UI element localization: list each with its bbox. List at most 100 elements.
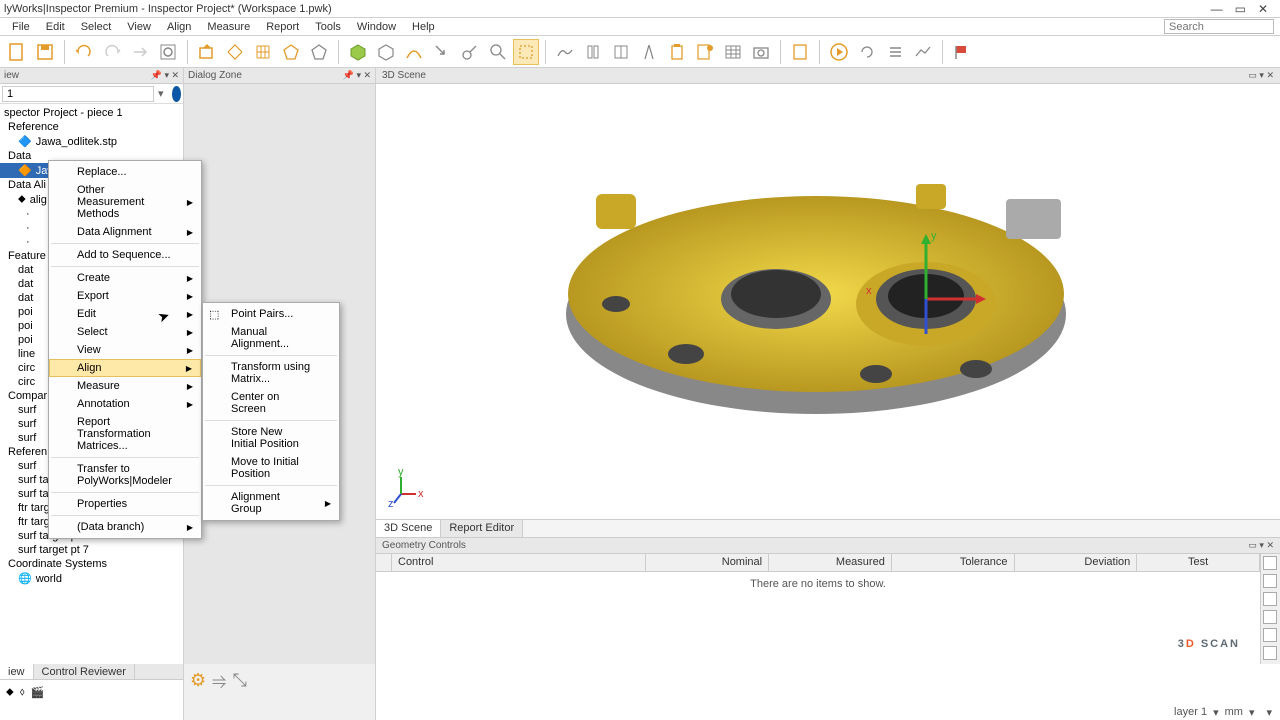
import-icon[interactable] <box>194 39 220 65</box>
tree-filter-input[interactable] <box>2 86 154 102</box>
link-icon[interactable]: ⥤ <box>212 670 226 714</box>
menu-item-point-pairs-[interactable]: ⬚Point Pairs... <box>203 305 339 323</box>
menu-select[interactable]: Select <box>75 19 118 35</box>
side-btn-4[interactable] <box>1263 610 1277 624</box>
flag-icon[interactable] <box>949 39 975 65</box>
minimize-button[interactable]: — <box>1211 2 1223 16</box>
menu-item-select[interactable]: Select▶ <box>49 323 201 341</box>
menu-align[interactable]: Align <box>161 19 197 35</box>
axis-icon[interactable]: ⤡ <box>233 670 247 714</box>
menu-item-edit[interactable]: Edit▶ <box>49 305 201 323</box>
side-btn-2[interactable] <box>1263 574 1277 588</box>
table-icon[interactable] <box>720 39 746 65</box>
tab-view[interactable]: iew <box>0 664 34 679</box>
scan-icon[interactable] <box>222 39 248 65</box>
col-nominal[interactable]: Nominal <box>646 554 769 571</box>
cube-icon[interactable] <box>345 39 371 65</box>
tab-control-reviewer[interactable]: Control Reviewer <box>34 664 135 679</box>
tree-world[interactable]: 🌐 world <box>0 571 183 586</box>
compass-icon[interactable] <box>636 39 662 65</box>
mesh-icon[interactable] <box>278 39 304 65</box>
tab-3d-scene[interactable]: 3D Scene <box>376 520 441 537</box>
col-test[interactable]: Test <box>1137 554 1260 571</box>
dialog-controls[interactable]: 📌 ▾ ✕ <box>343 70 371 81</box>
menu-item-properties[interactable]: Properties <box>49 495 201 513</box>
tool-a-icon[interactable]: ⬥ <box>6 686 14 699</box>
curve-icon[interactable] <box>401 39 427 65</box>
add-note-icon[interactable] <box>692 39 718 65</box>
chart-icon[interactable] <box>910 39 936 65</box>
menu-item-create[interactable]: Create▶ <box>49 269 201 287</box>
menu-item-annotation[interactable]: Annotation▶ <box>49 395 201 413</box>
redo2-icon[interactable] <box>127 39 153 65</box>
col-tolerance[interactable]: Tolerance <box>892 554 1015 571</box>
menu-file[interactable]: File <box>6 19 36 35</box>
save-icon[interactable] <box>32 39 58 65</box>
menu-measure[interactable]: Measure <box>201 19 256 35</box>
tree-root[interactable]: spector Project - piece 1 <box>0 106 183 120</box>
select-box-icon[interactable] <box>513 39 539 65</box>
tab-report-editor[interactable]: Report Editor <box>441 520 523 537</box>
menu-item-data-alignment[interactable]: Data Alignment▶ <box>49 223 201 241</box>
menu-item-transform-using-matrix-[interactable]: Transform using Matrix... <box>203 358 339 388</box>
tree-ref-item[interactable]: 🔷 Jawa_odlitek.stp <box>0 134 183 149</box>
cube2-icon[interactable] <box>373 39 399 65</box>
scene-controls[interactable]: ▭ ▾ ✕ <box>1248 70 1274 81</box>
gauge1-icon[interactable] <box>580 39 606 65</box>
menu-item-other-measurement-methods[interactable]: Other Measurement Methods▶ <box>49 181 201 223</box>
surface-icon[interactable] <box>552 39 578 65</box>
close-button[interactable]: ✕ <box>1258 2 1268 16</box>
search-input[interactable] <box>1164 19 1274 34</box>
side-btn-1[interactable] <box>1263 556 1277 570</box>
menu-item-move-to-initial-position[interactable]: Move to Initial Position <box>203 453 339 483</box>
menu-item-store-new-initial-position[interactable]: Store New Initial Position <box>203 423 339 453</box>
menu-item-measure[interactable]: Measure▶ <box>49 377 201 395</box>
tree-coord[interactable]: Coordinate Systems <box>0 557 183 571</box>
maximize-button[interactable]: ▭ <box>1235 2 1246 16</box>
refresh-icon[interactable] <box>854 39 880 65</box>
gauge2-icon[interactable] <box>608 39 634 65</box>
camera-icon[interactable] <box>748 39 774 65</box>
clipboard-icon[interactable] <box>664 39 690 65</box>
settings-icon[interactable] <box>155 39 181 65</box>
menu-item-export[interactable]: Export▶ <box>49 287 201 305</box>
grid-icon[interactable] <box>250 39 276 65</box>
menu-item-view[interactable]: View▶ <box>49 341 201 359</box>
menu-item-replace-[interactable]: Replace... <box>49 163 201 181</box>
gear-orange-icon[interactable]: ⚙ <box>190 670 206 714</box>
menu-item-transfer-to-polyworks-modeler[interactable]: Transfer to PolyWorks|Modeler <box>49 460 201 490</box>
report-icon[interactable] <box>787 39 813 65</box>
menu-item-manual-alignment-[interactable]: Manual Alignment... <box>203 323 339 353</box>
menu-item--data-branch-[interactable]: (Data branch)▶ <box>49 518 201 536</box>
list-icon[interactable] <box>882 39 908 65</box>
panel-controls[interactable]: 📌 ▾ ✕ <box>151 70 179 81</box>
col-measured[interactable]: Measured <box>769 554 892 571</box>
globe-icon[interactable] <box>172 86 181 102</box>
col-control[interactable]: Control <box>392 554 646 571</box>
undo-icon[interactable] <box>71 39 97 65</box>
tool-b-icon[interactable]: ⬨ <box>20 686 25 699</box>
side-btn-6[interactable] <box>1263 646 1277 660</box>
menu-item-alignment-group[interactable]: Alignment Group▶ <box>203 488 339 518</box>
menu-help[interactable]: Help <box>406 19 441 35</box>
new-icon[interactable] <box>4 39 30 65</box>
zoom-icon[interactable] <box>485 39 511 65</box>
geometry-controls-buttons[interactable]: ▭ ▾ ✕ <box>1248 540 1274 551</box>
menu-tools[interactable]: Tools <box>309 19 347 35</box>
menu-report[interactable]: Report <box>260 19 305 35</box>
mesh2-icon[interactable] <box>306 39 332 65</box>
menu-item-add-to-sequence-[interactable]: Add to Sequence... <box>49 246 201 264</box>
arrow-icon[interactable] <box>429 39 455 65</box>
probe-icon[interactable] <box>457 39 483 65</box>
tree-reference[interactable]: Reference <box>0 120 183 134</box>
menu-item-report-transformation-matrices-[interactable]: Report Transformation Matrices... <box>49 413 201 455</box>
tool-c-icon[interactable]: 🎬 <box>31 686 45 699</box>
dropdown-icon[interactable]: ▾ <box>154 87 168 100</box>
menu-item-center-on-screen[interactable]: Center on Screen <box>203 388 339 418</box>
side-btn-5[interactable] <box>1263 628 1277 642</box>
menu-item-align[interactable]: Align▶ <box>49 359 201 377</box>
tree-r6[interactable]: surf target pt 7 <box>0 543 183 557</box>
play-icon[interactable] <box>826 39 852 65</box>
menu-window[interactable]: Window <box>351 19 402 35</box>
col-deviation[interactable]: Deviation <box>1015 554 1138 571</box>
